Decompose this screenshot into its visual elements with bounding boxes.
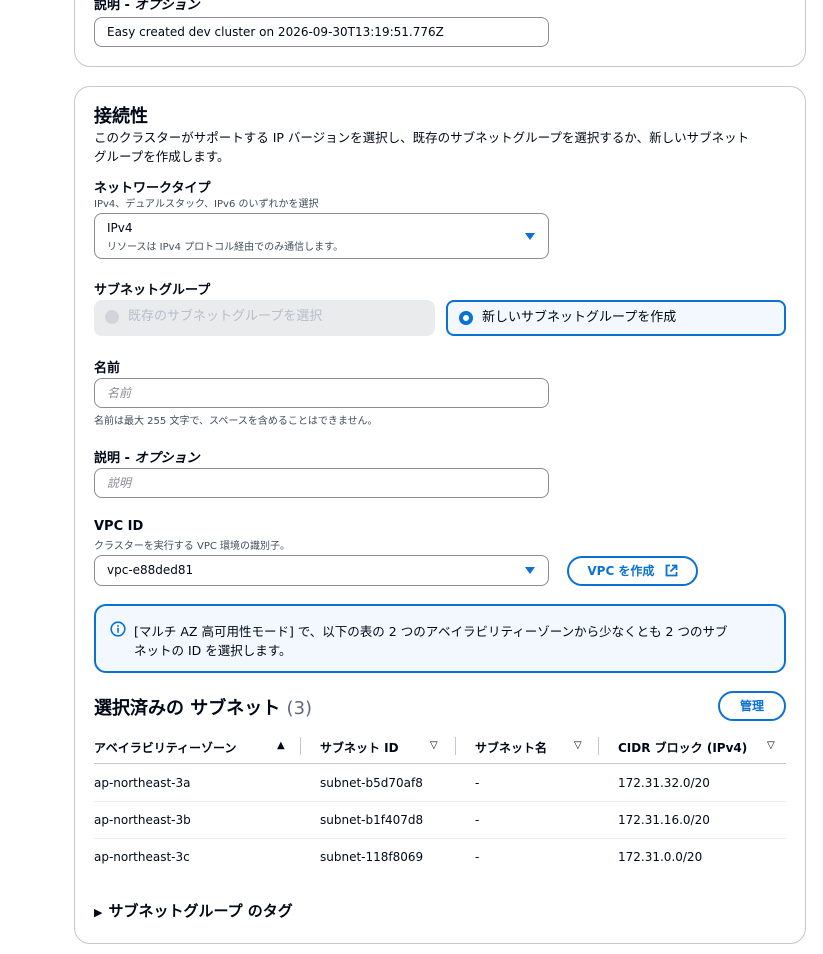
table-header-divider	[94, 763, 786, 764]
manage-subnets-button[interactable]: 管理	[718, 691, 786, 721]
table-row-divider	[94, 801, 786, 802]
column-divider[interactable]	[598, 737, 599, 755]
network-type-select[interactable]: IPv4 リソースは IPv4 プロトコル経由でのみ通信します。	[94, 213, 549, 259]
vpc-select[interactable]: vpc-e88ded81	[94, 555, 549, 586]
subnet-group-existing-option[interactable]: 既存のサブネットグループを選択	[94, 300, 435, 336]
table-cell-cidr: 172.31.0.0/20	[618, 850, 703, 864]
connectivity-description-line1: このクラスターがサポートする IP バージョンを選択し、既存のサブネットグループ…	[94, 130, 750, 145]
column-divider[interactable]	[300, 737, 301, 755]
name-hint: 名前は最大 255 文字で、スペースを含めることはできません。	[94, 416, 378, 427]
create-vpc-button[interactable]: VPC を作成	[567, 556, 698, 586]
network-type-label: ネットワークタイプ	[94, 181, 211, 196]
info-icon	[110, 621, 126, 637]
vpc-select-value: vpc-e88ded81	[107, 563, 194, 577]
sort-icon[interactable]: ▽	[767, 740, 775, 751]
table-cell-subnet-id: subnet-b1f407d8	[320, 813, 424, 827]
selected-subnets-title-text: 選択済みの サブネット	[94, 698, 281, 719]
subnet-group-new-label: 新しいサブネットグループを作成	[482, 310, 677, 325]
network-type-value: IPv4	[107, 221, 133, 235]
subnet-group-tags-label: サブネットグループ のタグ	[108, 902, 293, 920]
table-cell-az: ap-northeast-3a	[94, 776, 191, 790]
selected-subnets-count: (3)	[286, 698, 313, 719]
description-label: 説明 - オプション	[94, 0, 200, 13]
vpc-id-hint: クラスターを実行する VPC 環境の識別子。	[94, 541, 291, 552]
connectivity-description-line2: グループを作成します。	[94, 149, 230, 164]
radio-selected-icon	[459, 311, 473, 325]
external-link-icon	[665, 564, 678, 577]
column-header-cidr[interactable]: CIDR ブロック (IPv4)	[618, 739, 747, 756]
expand-triangle-icon: ▶	[94, 906, 103, 919]
network-type-value-description: リソースは IPv4 プロトコル経由でのみ通信します。	[107, 242, 344, 253]
table-cell-subnet-id: subnet-b5d70af8	[320, 776, 423, 790]
table-cell-cidr: 172.31.32.0/20	[618, 776, 710, 790]
subnet-group-new-option[interactable]: 新しいサブネットグループを作成	[446, 300, 786, 336]
table-row-divider	[94, 838, 786, 839]
sort-ascending-icon[interactable]: ▲	[277, 740, 285, 751]
create-vpc-label: VPC を作成	[587, 564, 655, 578]
subnet-group-existing-label: 既存のサブネットグループを選択	[128, 309, 323, 324]
name-input[interactable]: 名前	[94, 378, 549, 408]
subnet-group-label: サブネットグループ	[94, 283, 211, 298]
name-label: 名前	[94, 361, 121, 376]
subnet-description-label: 説明 - オプション	[94, 451, 200, 466]
table-cell-az: ap-northeast-3b	[94, 813, 191, 827]
table-cell-subnet-name: -	[475, 850, 480, 864]
info-alert-line2: ネットの ID を選択します。	[134, 643, 292, 658]
column-header-subnet-name[interactable]: サブネット名	[475, 739, 547, 756]
radio-disabled-icon	[105, 310, 119, 324]
connectivity-title: 接続性	[94, 106, 148, 127]
table-cell-subnet-name: -	[475, 776, 480, 790]
caret-down-icon	[525, 233, 535, 240]
selected-subnets-title: 選択済みの サブネット (3)	[94, 694, 312, 720]
column-header-availability-zone[interactable]: アベイラビリティーゾーン	[94, 739, 236, 756]
vpc-id-label: VPC ID	[94, 519, 144, 534]
network-type-hint: IPv4、デュアルスタック、IPv6 のいずれかを選択	[94, 199, 319, 210]
subnet-description-input[interactable]: 説明	[94, 468, 549, 498]
table-cell-cidr: 172.31.16.0/20	[618, 813, 710, 827]
cluster-description-input[interactable]: Easy created dev cluster on 2026-09-30T1…	[94, 17, 549, 47]
multi-az-info-alert: [マルチ AZ 高可用性モード] で、以下の表の 2 つのアベイラビリティーゾー…	[94, 604, 786, 673]
sort-icon[interactable]: ▽	[574, 740, 582, 751]
column-divider[interactable]	[455, 737, 456, 755]
info-alert-line1: [マルチ AZ 高可用性モード] で、以下の表の 2 つのアベイラビリティーゾー…	[134, 624, 728, 639]
table-cell-subnet-name: -	[475, 813, 480, 827]
subnet-group-tags-expander[interactable]: ▶ サブネットグループ のタグ	[94, 900, 293, 921]
column-header-subnet-id[interactable]: サブネット ID	[320, 739, 399, 756]
caret-down-icon	[525, 567, 535, 574]
table-cell-az: ap-northeast-3c	[94, 850, 190, 864]
table-cell-subnet-id: subnet-118f8069	[320, 850, 424, 864]
sort-icon[interactable]: ▽	[430, 740, 438, 751]
